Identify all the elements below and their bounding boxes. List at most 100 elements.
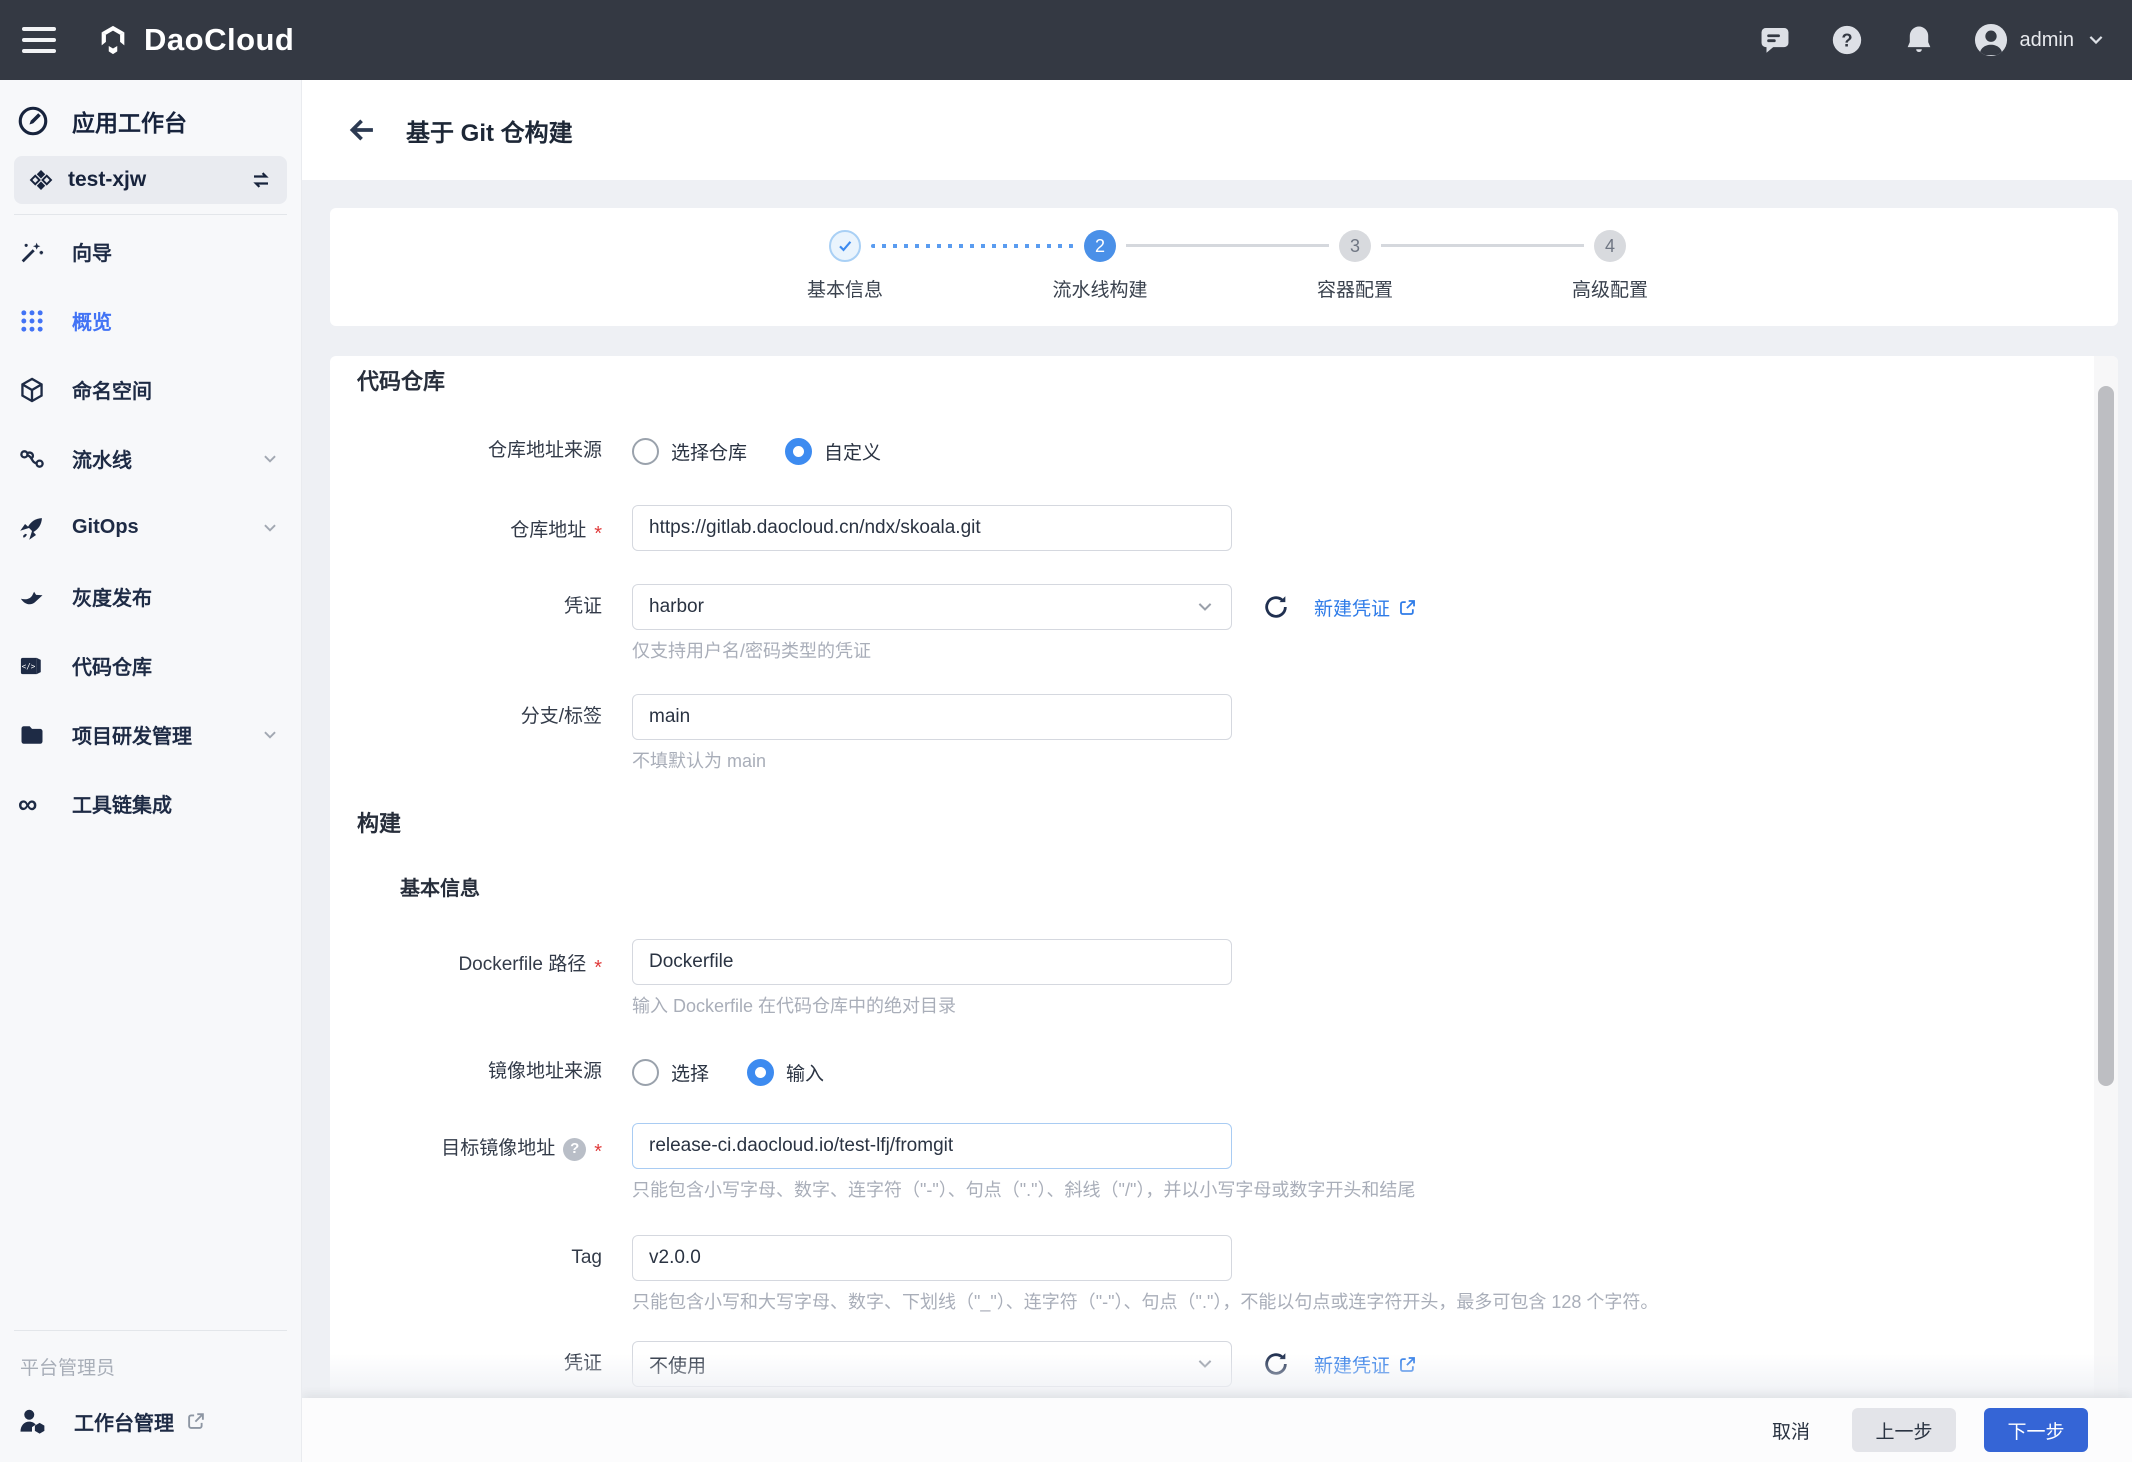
brand-name: DaoCloud — [144, 22, 294, 58]
user-menu[interactable]: admin — [1974, 23, 2106, 57]
sidebar-item-label: 流水线 — [72, 444, 132, 473]
prev-step-button[interactable]: 上一步 — [1852, 1408, 1956, 1452]
project-icon — [28, 167, 54, 193]
notification-bell-icon[interactable] — [1902, 23, 1936, 57]
radio-label: 选择 — [671, 1059, 709, 1086]
sidebar-item-code-repo[interactable]: </> 代码仓库 — [0, 631, 301, 700]
brand-logo: DaoCloud — [96, 22, 294, 58]
target-image-hint: 只能包含小写字母、数字、连字符（"-"）、句点（"."）、斜线（"/"），并以小… — [632, 1178, 1415, 1202]
field-label: 目标镜像地址 — [441, 1126, 555, 1172]
namespace-cube-icon — [18, 376, 46, 404]
help-tooltip-icon[interactable]: ? — [563, 1138, 586, 1161]
sidebar-item-label: 命名空间 — [72, 375, 152, 404]
sidebar-item-label: 工具链集成 — [72, 789, 172, 818]
repo-source-row: 仓库地址来源 选择仓库 自定义 — [357, 428, 2058, 474]
switch-project-icon[interactable] — [249, 168, 273, 192]
folder-icon — [18, 721, 46, 749]
link-label: 新建凭证 — [1314, 594, 1390, 621]
external-link-icon — [1398, 1355, 1417, 1374]
branch-row: 分支/标签 不填默认为 main — [357, 694, 2058, 773]
refresh-icon[interactable] — [1262, 1350, 1290, 1378]
page-title: 基于 Git 仓构建 — [406, 113, 573, 148]
sidebar-item-workbench-admin[interactable]: 工作台管理 — [0, 1406, 301, 1436]
credential-select[interactable]: harbor — [632, 584, 1232, 630]
username: admin — [2020, 29, 2074, 52]
field-label: 凭证 — [564, 584, 602, 630]
sidebar-item-label: 灰度发布 — [72, 582, 152, 611]
bird-icon — [18, 583, 46, 611]
sidebar-item-label: GitOps — [72, 516, 139, 539]
image-source-row: 镜像地址来源 选择 输入 — [357, 1049, 2058, 1095]
chevron-down-icon — [261, 450, 279, 468]
required-asterisk: * — [594, 945, 602, 991]
branch-input[interactable] — [632, 694, 1232, 740]
step-2-pipeline-build: 2 流水线构建 — [1000, 230, 1200, 302]
credential-hint: 仅支持用户名/密码类型的凭证 — [632, 639, 1417, 663]
target-image-input[interactable] — [632, 1123, 1232, 1169]
avatar — [1974, 23, 2008, 57]
svg-text:</>: </> — [22, 661, 36, 670]
back-arrow-icon[interactable] — [346, 113, 380, 147]
radio-label: 输入 — [786, 1059, 824, 1086]
rocket-icon — [18, 514, 46, 542]
sidebar-item-namespace[interactable]: 命名空间 — [0, 355, 301, 424]
select-value: harbor — [649, 596, 704, 618]
subsection-title-basic-info: 基本信息 — [400, 876, 2058, 902]
radio-select-image[interactable]: 选择 — [632, 1059, 709, 1086]
radio-off-icon — [632, 438, 659, 465]
sidebar-item-wizard[interactable]: 向导 — [0, 217, 301, 286]
project-name: test-xjw — [68, 168, 146, 192]
step-4-number: 4 — [1594, 230, 1626, 262]
sidebar-item-project-management[interactable]: 项目研发管理 — [0, 700, 301, 769]
radio-label: 自定义 — [824, 438, 881, 465]
sidebar-item-label: 代码仓库 — [72, 651, 152, 680]
topbar: DaoCloud ? admin — [0, 0, 2132, 80]
workspace-title: 应用工作台 — [72, 104, 187, 138]
repo-url-input[interactable] — [632, 505, 1232, 551]
step-1-check-icon — [829, 230, 861, 262]
sidebar-item-label: 项目研发管理 — [72, 720, 192, 749]
next-step-button[interactable]: 下一步 — [1984, 1408, 2088, 1452]
radio-on-icon — [785, 438, 812, 465]
message-icon[interactable] — [1758, 23, 1792, 57]
refresh-icon[interactable] — [1262, 593, 1290, 621]
project-switcher[interactable]: test-xjw — [14, 156, 287, 204]
radio-input-image[interactable]: 输入 — [747, 1059, 824, 1086]
field-label: 分支/标签 — [521, 694, 602, 740]
step-label: 高级配置 — [1510, 275, 1710, 302]
step-label: 流水线构建 — [1000, 275, 1200, 302]
dockerfile-row: Dockerfile 路径 * 输入 Dockerfile 在代码仓库中的绝对目… — [357, 939, 2058, 1018]
field-label: Tag — [571, 1235, 602, 1281]
field-label: 仓库地址 — [510, 508, 586, 554]
sidebar-item-canary-release[interactable]: 灰度发布 — [0, 562, 301, 631]
create-credential-link[interactable]: 新建凭证 — [1314, 594, 1417, 621]
sidebar-item-gitops[interactable]: GitOps — [0, 493, 301, 562]
sidebar-item-toolchain[interactable]: ∞ 工具链集成 — [0, 769, 301, 838]
create-credential-link[interactable]: 新建凭证 — [1314, 1351, 1417, 1378]
scrollbar-thumb[interactable] — [2098, 386, 2114, 1086]
step-3-number: 3 — [1339, 230, 1371, 262]
help-icon[interactable]: ? — [1830, 23, 1864, 57]
field-label: Dockerfile 路径 — [458, 942, 586, 988]
tag-input[interactable] — [632, 1235, 1232, 1281]
build-credential-select[interactable]: 不使用 — [632, 1341, 1232, 1387]
dockerfile-path-input[interactable] — [632, 939, 1232, 985]
radio-select-repo[interactable]: 选择仓库 — [632, 438, 747, 465]
cancel-button[interactable]: 取消 — [1758, 1407, 1824, 1454]
field-label: 镜像地址来源 — [488, 1049, 602, 1095]
radio-custom-repo[interactable]: 自定义 — [785, 438, 881, 465]
scrollbar-track[interactable] — [2094, 356, 2118, 1462]
menu-toggle-icon[interactable] — [22, 27, 56, 53]
sidebar-item-pipeline[interactable]: 流水线 — [0, 424, 301, 493]
target-image-row: 目标镜像地址 ? * 只能包含小写字母、数字、连字符（"-"）、句点（"."）、… — [357, 1123, 2058, 1202]
chevron-down-icon — [1195, 597, 1215, 617]
workbench-icon — [16, 104, 50, 138]
radio-off-icon — [632, 1059, 659, 1086]
sidebar-item-label: 概览 — [72, 306, 112, 335]
sidebar-item-overview[interactable]: 概览 — [0, 286, 301, 355]
radio-on-icon — [747, 1059, 774, 1086]
dockerfile-hint: 输入 Dockerfile 在代码仓库中的绝对目录 — [632, 994, 1232, 1018]
chevron-down-icon — [261, 726, 279, 744]
required-asterisk: * — [594, 511, 602, 557]
code-repo-icon: </> — [18, 652, 46, 680]
